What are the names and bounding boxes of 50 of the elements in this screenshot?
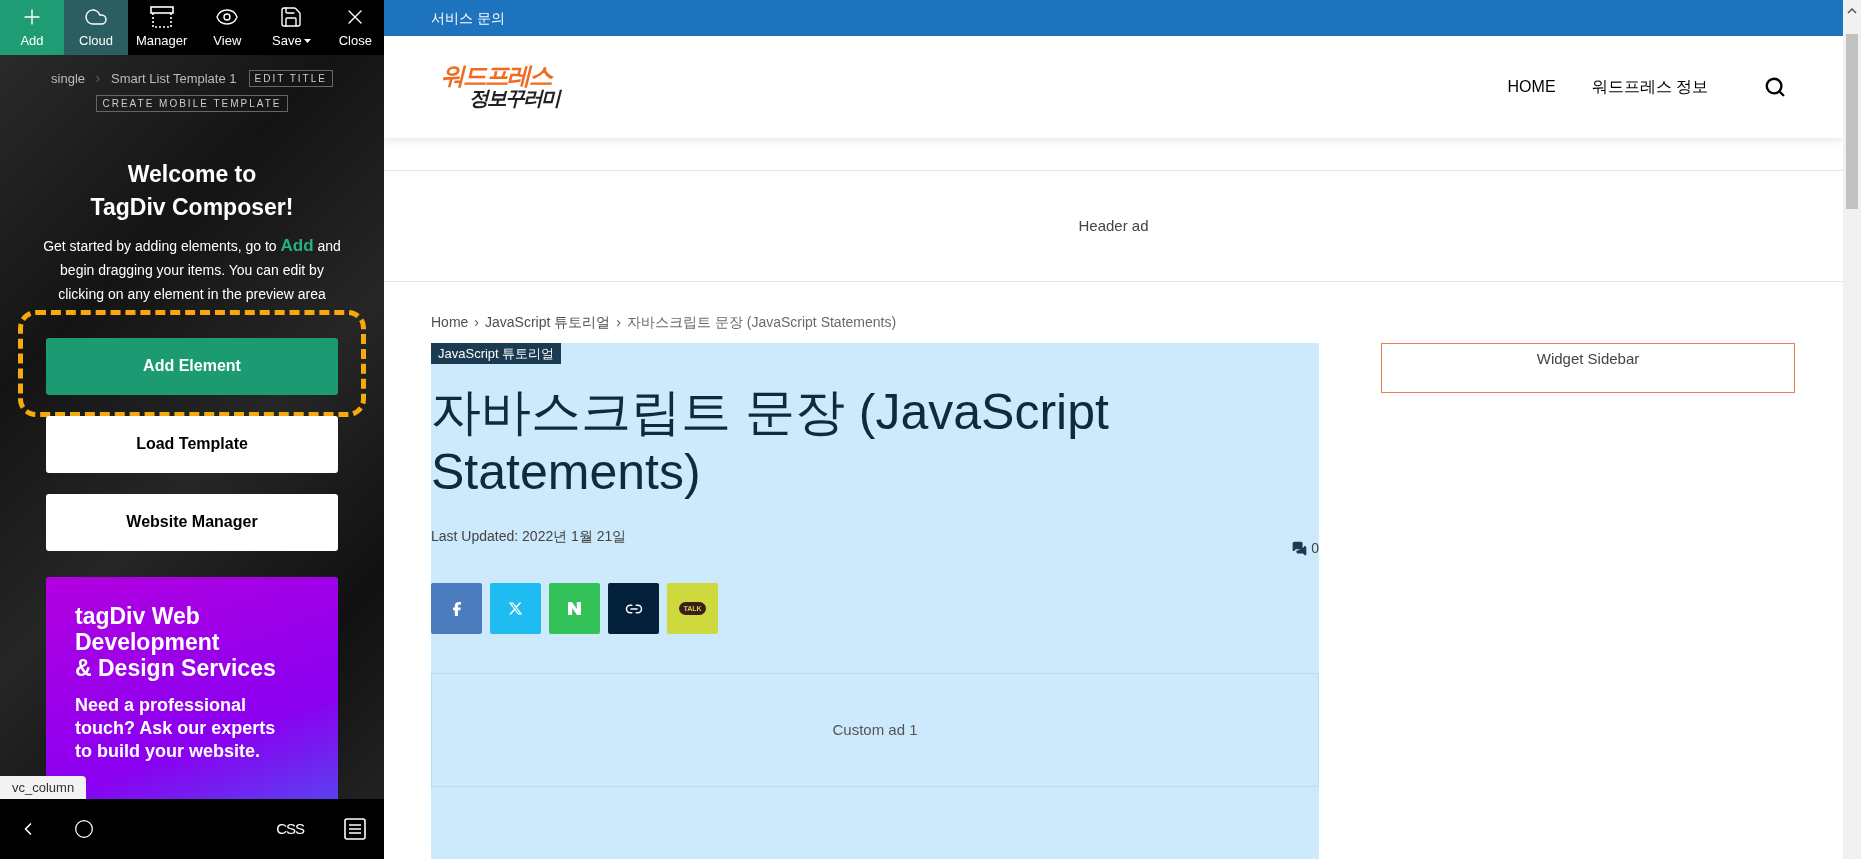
search-icon[interactable] bbox=[1764, 76, 1786, 98]
breadcrumb-separator: › bbox=[616, 312, 621, 332]
save-icon bbox=[279, 4, 304, 29]
nav-link[interactable]: 워드프레스 정보 bbox=[1591, 75, 1708, 99]
caret-icon bbox=[303, 38, 311, 43]
nav-link[interactable]: HOME bbox=[1507, 75, 1556, 99]
naver-icon bbox=[568, 602, 581, 615]
header-ad-text: Header ad bbox=[1078, 215, 1149, 236]
widget-title: Widget Sidebar bbox=[1536, 349, 1640, 369]
create-mobile-template-button[interactable]: CREATE MOBILE TEMPLATE bbox=[96, 94, 288, 112]
category-tag[interactable]: JavaScript 튜토리얼 bbox=[431, 343, 562, 364]
share-button[interactable] bbox=[608, 583, 659, 634]
list-icon[interactable] bbox=[344, 818, 366, 840]
welcome-title: Welcome to bbox=[127, 159, 257, 189]
panel-button[interactable]: Website Manager bbox=[46, 493, 338, 551]
element-tag: vc_column bbox=[0, 775, 87, 799]
promo-headline: Development bbox=[75, 628, 221, 655]
share-button[interactable] bbox=[431, 583, 482, 634]
circle-icon[interactable] bbox=[74, 819, 94, 839]
add-link[interactable]: Add bbox=[280, 235, 314, 255]
breadcrumb-separator: › bbox=[474, 312, 480, 332]
edit-title-button[interactable]: EDIT TITLE bbox=[248, 70, 333, 88]
welcome-title: TagDiv Composer! bbox=[90, 192, 294, 222]
promo-text: Need a professional bbox=[75, 693, 248, 717]
comment-icon bbox=[1292, 541, 1308, 556]
top-bar-link[interactable]: 서비스 문의 bbox=[431, 7, 505, 29]
promo-text: to build your website. bbox=[75, 739, 261, 763]
toolbar-button[interactable]: Cloud bbox=[64, 0, 128, 55]
intro-text: Get started by adding elements, go to Add and begin dragging your items. You can edit by clicking on any element in the preview area bbox=[42, 234, 342, 304]
scrollbar-thumb[interactable] bbox=[1846, 34, 1858, 209]
promo-headline: tagDiv Web bbox=[75, 602, 201, 629]
promo-text: touch? Ask our experts bbox=[75, 716, 277, 740]
breadcrumb-link[interactable]: Home bbox=[431, 311, 469, 333]
promo-headline: & Design Services bbox=[75, 654, 277, 681]
article-title: 자바스크립트 문장 (JavaScript Statements) bbox=[431, 383, 1110, 502]
scrollbar[interactable] bbox=[1843, 0, 1861, 859]
last-updated: Last Updated: 2022년 1월 21일 bbox=[431, 527, 627, 546]
breadcrumb-current: 자바스크립트 문장 (JavaScript Statements) bbox=[626, 312, 897, 332]
breadcrumb-link[interactable]: JavaScript 튜토리얼 bbox=[485, 311, 611, 333]
panel-button[interactable]: Load Template bbox=[46, 415, 338, 473]
site-logo[interactable]: 워드프레스 정보꾸러미 bbox=[441, 65, 559, 109]
x-icon bbox=[508, 601, 523, 616]
breadcrumb-item[interactable]: single bbox=[51, 69, 86, 89]
css-button[interactable]: CSS bbox=[276, 817, 304, 841]
breadcrumb-item[interactable]: Smart List Template 1 bbox=[111, 69, 237, 89]
scroll-up-icon[interactable] bbox=[1847, 8, 1857, 14]
comment-count[interactable]: 0 bbox=[1311, 538, 1319, 559]
custom-ad-text: Custom ad 1 bbox=[832, 719, 918, 740]
layout-icon bbox=[148, 4, 175, 29]
add-element-button[interactable]: Add Element bbox=[46, 337, 338, 395]
